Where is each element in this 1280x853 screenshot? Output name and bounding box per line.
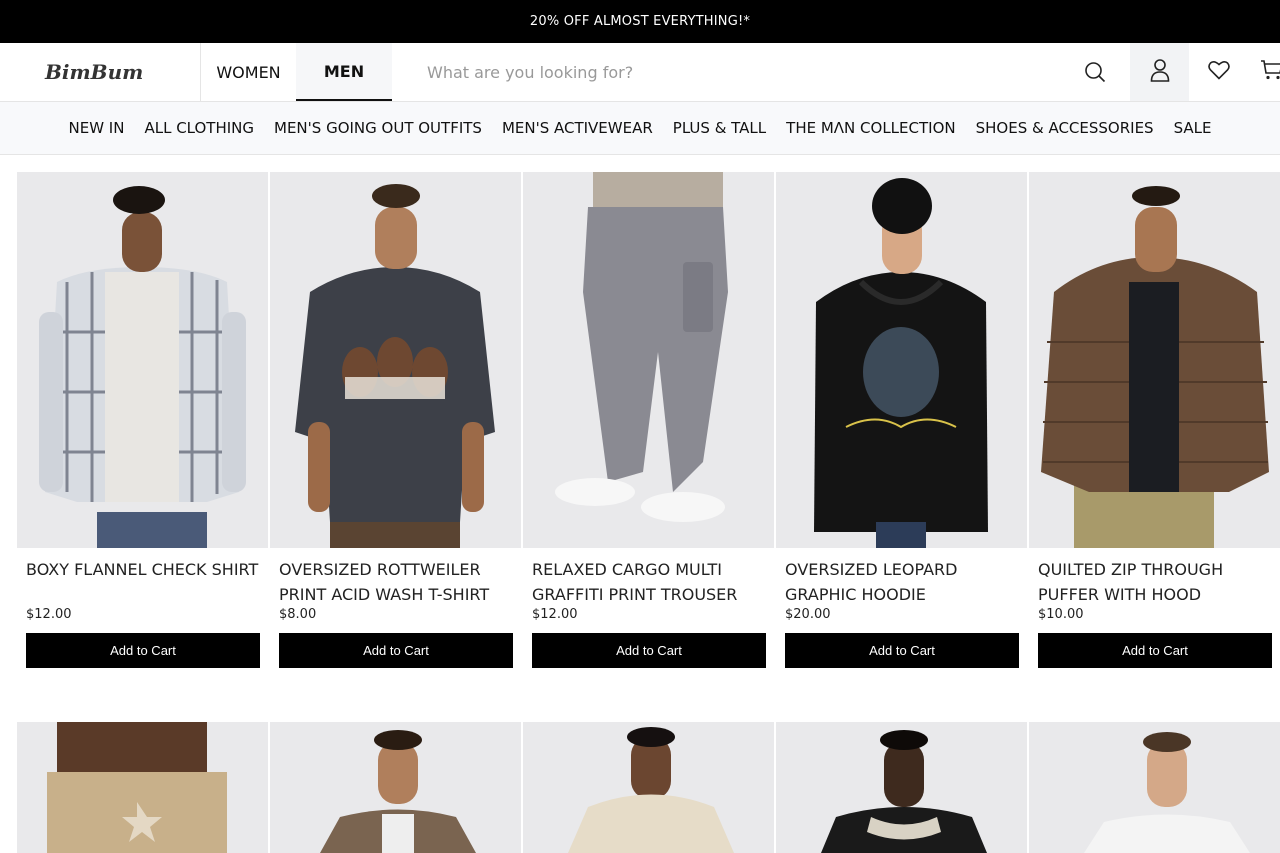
- product-image[interactable]: [523, 172, 774, 548]
- nav-man-collection[interactable]: THE MΛN COLLECTION: [786, 119, 955, 137]
- wishlist-button[interactable]: [1189, 43, 1248, 101]
- tab-men-label: MEN: [323, 61, 365, 81]
- wishlist-heart-icon: [1207, 60, 1230, 84]
- add-to-cart-button[interactable]: Add to Cart: [785, 633, 1019, 668]
- promo-banner[interactable]: 20% OFF ALMOST EVERYTHING!*: [0, 0, 1280, 43]
- site-header: BimBum WOMEN MEN: [0, 43, 1280, 102]
- add-to-cart-button[interactable]: Add to Cart: [532, 633, 766, 668]
- add-to-cart-button[interactable]: Add to Cart: [279, 633, 513, 668]
- product-price: $8.00: [279, 607, 317, 622]
- nav-all-clothing[interactable]: ALL CLOTHING: [144, 119, 254, 137]
- tab-women[interactable]: WOMEN: [201, 43, 296, 101]
- brand-logo[interactable]: BimBum: [0, 43, 201, 101]
- product-price: $20.00: [785, 607, 831, 622]
- product-image[interactable]: [776, 172, 1027, 548]
- product-card[interactable]: QUILTED ZIP THROUGH PUFFER WITH HOOD $10…: [1029, 172, 1280, 668]
- product-price: $12.00: [26, 607, 72, 622]
- product-grid-row-2: [17, 722, 1280, 853]
- product-title[interactable]: QUILTED ZIP THROUGH PUFFER WITH HOOD: [1029, 548, 1280, 606]
- product-card[interactable]: OVERSIZED LEOPARD GRAPHIC HOODIE $20.00 …: [776, 172, 1027, 668]
- search-input[interactable]: [427, 62, 1084, 82]
- add-to-cart-button[interactable]: Add to Cart: [26, 633, 260, 668]
- product-image[interactable]: [270, 722, 521, 853]
- nav-activewear[interactable]: MEN'S ACTIVEWEAR: [502, 119, 653, 137]
- product-title[interactable]: OVERSIZED ROTTWEILER PRINT ACID WASH T-S…: [270, 548, 521, 606]
- product-title[interactable]: BOXY FLANNEL CHECK SHIRT: [17, 548, 268, 606]
- cart-icon: [1260, 59, 1280, 85]
- product-title[interactable]: RELAXED CARGO MULTI GRAFFITI PRINT TROUS…: [523, 548, 774, 606]
- search-bar: [392, 43, 1130, 101]
- product-image[interactable]: [523, 722, 774, 853]
- product-image[interactable]: [270, 172, 521, 548]
- product-image[interactable]: [17, 722, 268, 853]
- product-grid: BOXY FLANNEL CHECK SHIRT $12.00 Add to C…: [17, 172, 1280, 668]
- category-nav: NEW IN ALL CLOTHING MEN'S GOING OUT OUTF…: [0, 102, 1280, 155]
- product-price: $12.00: [532, 607, 578, 622]
- product-image[interactable]: [776, 722, 1027, 853]
- nav-new-in[interactable]: NEW IN: [69, 119, 125, 137]
- add-to-cart-button[interactable]: Add to Cart: [1038, 633, 1272, 668]
- product-card[interactable]: RELAXED CARGO MULTI GRAFFITI PRINT TROUS…: [523, 172, 774, 668]
- product-card[interactable]: OVERSIZED ROTTWEILER PRINT ACID WASH T-S…: [270, 172, 521, 668]
- nav-plus-tall[interactable]: PLUS & TALL: [673, 119, 766, 137]
- account-icon: [1150, 58, 1170, 86]
- search-icon[interactable]: [1084, 61, 1106, 83]
- tab-men[interactable]: MEN: [296, 43, 392, 101]
- nav-sale[interactable]: SALE: [1174, 119, 1212, 137]
- product-title[interactable]: OVERSIZED LEOPARD GRAPHIC HOODIE: [776, 548, 1027, 606]
- account-button[interactable]: [1130, 43, 1189, 101]
- nav-shoes-accessories[interactable]: SHOES & ACCESSORIES: [976, 119, 1154, 137]
- tab-women-label: WOMEN: [216, 62, 281, 82]
- product-image[interactable]: [1029, 722, 1280, 853]
- product-image[interactable]: [17, 172, 268, 548]
- product-price: $10.00: [1038, 607, 1084, 622]
- product-image[interactable]: [1029, 172, 1280, 548]
- promo-text: 20% OFF ALMOST EVERYTHING!*: [529, 14, 751, 29]
- nav-going-out-outfits[interactable]: MEN'S GOING OUT OUTFITS: [274, 119, 482, 137]
- product-card[interactable]: BOXY FLANNEL CHECK SHIRT $12.00 Add to C…: [17, 172, 268, 668]
- cart-button[interactable]: [1248, 43, 1280, 101]
